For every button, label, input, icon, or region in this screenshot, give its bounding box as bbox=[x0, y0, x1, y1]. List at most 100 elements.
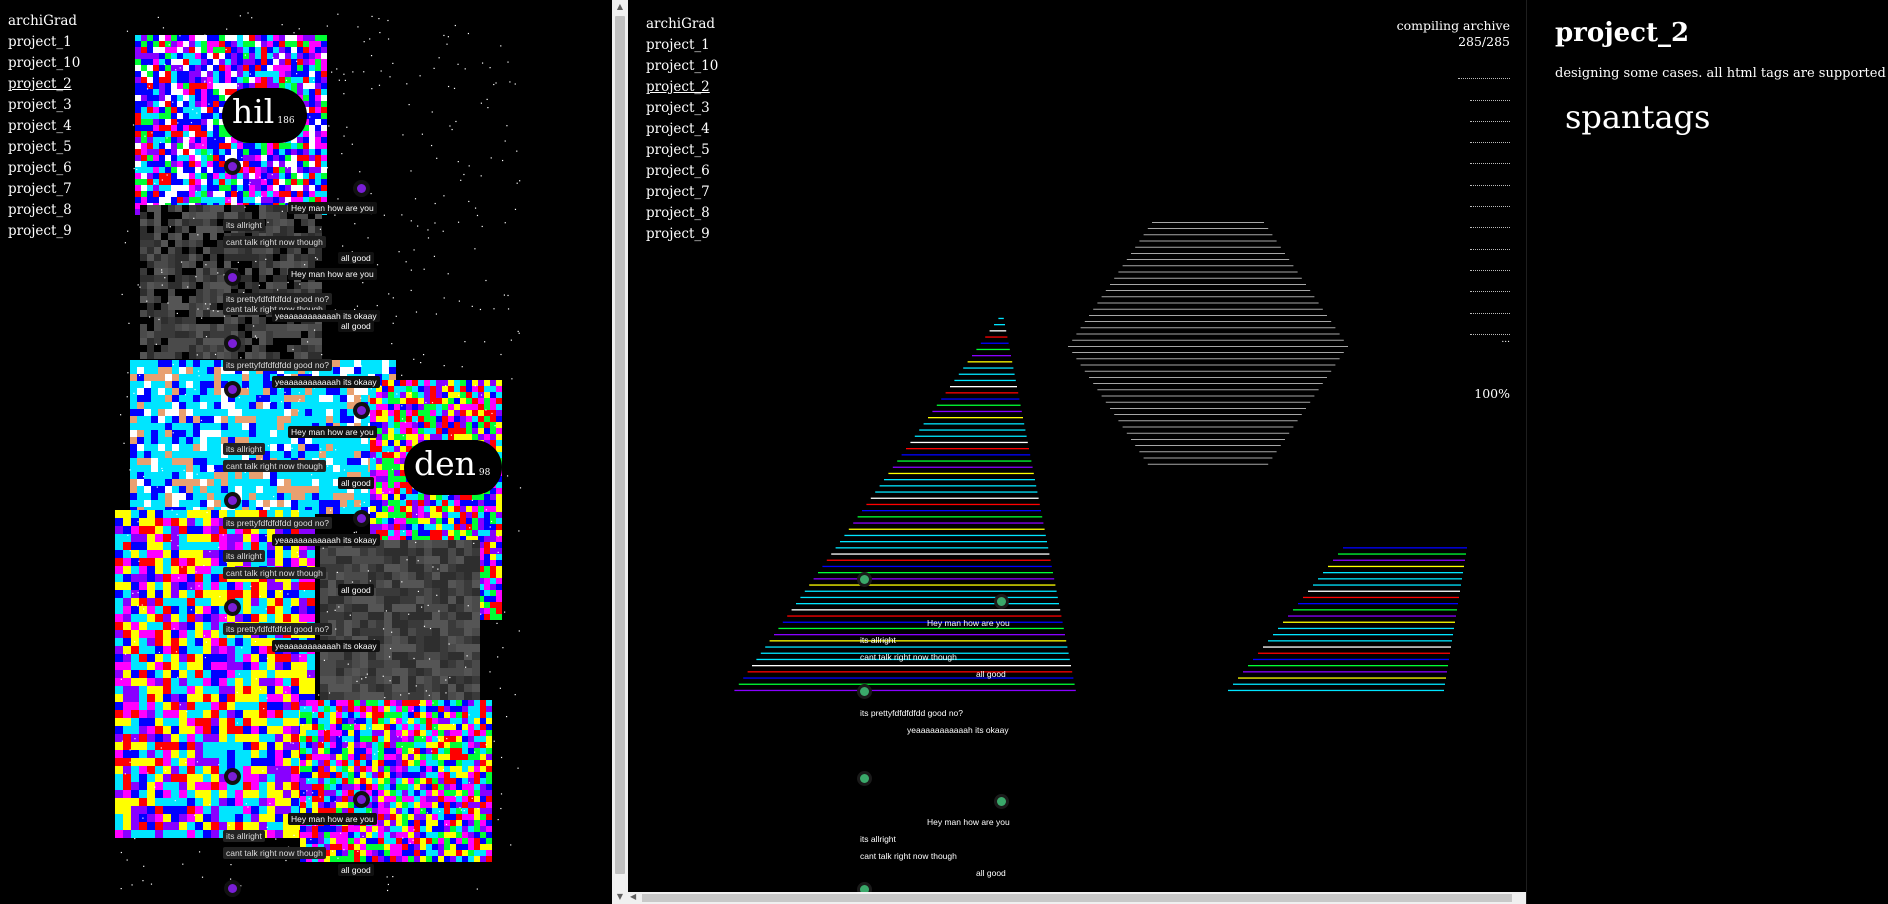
scrollbar-thumb[interactable] bbox=[615, 16, 625, 874]
point-speck bbox=[209, 303, 211, 305]
avatar-dot[interactable] bbox=[228, 273, 237, 282]
point-speck bbox=[382, 628, 385, 630]
avatar-dot[interactable] bbox=[860, 885, 869, 892]
avatar-dot[interactable] bbox=[228, 162, 237, 171]
avatar-dot[interactable] bbox=[228, 339, 237, 348]
chat-message: cant talk right now though bbox=[223, 460, 326, 472]
point-speck bbox=[410, 289, 412, 292]
nav-item-project-10[interactable]: project_10 bbox=[8, 53, 80, 74]
nav-item-project-7[interactable]: project_7 bbox=[646, 182, 718, 203]
point-speck bbox=[406, 559, 408, 561]
scanline bbox=[976, 348, 1010, 351]
avatar-dot[interactable] bbox=[997, 797, 1006, 806]
avatar-dot[interactable] bbox=[357, 184, 366, 193]
scroll-down-arrow-icon[interactable]: ▼ bbox=[612, 890, 628, 904]
point-speck bbox=[466, 655, 468, 657]
avatar-dot[interactable] bbox=[228, 603, 237, 612]
chat-message: its prettyfdfdfdfdd good no? bbox=[860, 708, 964, 718]
point-speck bbox=[413, 829, 415, 831]
scanline bbox=[747, 671, 1073, 673]
archive-viewport[interactable]: archiGrad project_1 project_10 project_2… bbox=[628, 0, 1526, 892]
nav-item-project-6[interactable]: project_6 bbox=[646, 161, 718, 182]
left-3d-viewport[interactable]: archiGrad project_1 project_10 project_2… bbox=[0, 0, 612, 904]
point-speck bbox=[430, 144, 433, 147]
point-speck bbox=[460, 809, 463, 811]
point-speck bbox=[161, 269, 163, 271]
nav-item-project-3[interactable]: project_3 bbox=[8, 95, 80, 116]
point-speck bbox=[138, 560, 140, 562]
point-speck bbox=[245, 803, 247, 805]
nav-item-project-1[interactable]: project_1 bbox=[646, 35, 718, 56]
avatar-dot[interactable] bbox=[228, 385, 237, 394]
scrollbar-thumb[interactable] bbox=[642, 894, 1512, 902]
avatar-dot[interactable] bbox=[860, 774, 869, 783]
building-label-den[interactable]: den 98 bbox=[404, 440, 503, 495]
avatar-dot[interactable] bbox=[228, 496, 237, 505]
point-speck bbox=[395, 315, 397, 317]
point-speck bbox=[284, 202, 286, 204]
nav-item-project-4[interactable]: project_4 bbox=[8, 116, 80, 137]
building-label-hil[interactable]: hil 186 bbox=[222, 88, 307, 143]
chat-message: its allright bbox=[223, 219, 265, 231]
point-speck bbox=[504, 611, 506, 613]
nav-item-project-5[interactable]: project_5 bbox=[8, 137, 80, 158]
point-speck bbox=[344, 79, 346, 82]
point-speck bbox=[343, 73, 345, 75]
nav-item-project-1[interactable]: project_1 bbox=[8, 32, 80, 53]
nav-item-project-9[interactable]: project_9 bbox=[646, 224, 718, 245]
point-speck bbox=[121, 293, 123, 296]
scanline-dome bbox=[1105, 290, 1311, 291]
horizontal-scrollbar[interactable]: ◀ bbox=[628, 892, 1526, 904]
nav-item-project-10[interactable]: project_10 bbox=[646, 56, 718, 77]
nav-brand[interactable]: archiGrad bbox=[646, 14, 718, 35]
nav-item-project-4[interactable]: project_4 bbox=[646, 119, 718, 140]
point-speck bbox=[236, 722, 239, 724]
scanline-dome bbox=[1114, 414, 1302, 415]
nav-item-project-2[interactable]: project_2 bbox=[8, 74, 80, 95]
point-speck bbox=[442, 769, 444, 771]
avatar-dot[interactable] bbox=[997, 597, 1006, 606]
point-speck bbox=[460, 179, 462, 181]
point-speck bbox=[137, 521, 139, 523]
nav-item-project-6[interactable]: project_6 bbox=[8, 158, 80, 179]
point-speck bbox=[219, 596, 221, 598]
point-speck bbox=[404, 421, 407, 423]
scanline bbox=[910, 441, 1028, 444]
point-speck bbox=[226, 561, 228, 564]
point-speck bbox=[416, 421, 418, 423]
scanline bbox=[778, 627, 1064, 630]
avatar-dot[interactable] bbox=[357, 795, 366, 804]
scroll-up-arrow-icon[interactable]: ▲ bbox=[612, 0, 628, 14]
point-speck bbox=[370, 54, 373, 57]
nav-item-project-9[interactable]: project_9 bbox=[8, 221, 80, 242]
nav-item-project-8[interactable]: project_8 bbox=[646, 203, 718, 224]
point-speck bbox=[129, 550, 131, 552]
left-project-nav: archiGrad project_1 project_10 project_2… bbox=[8, 11, 80, 242]
point-speck bbox=[196, 354, 198, 356]
nav-item-project-7[interactable]: project_7 bbox=[8, 179, 80, 200]
avatar-dot[interactable] bbox=[860, 575, 869, 584]
avatar-dot[interactable] bbox=[228, 772, 237, 781]
vertical-scrollbar[interactable]: ▲ ▼ bbox=[612, 0, 628, 904]
point-speck bbox=[398, 251, 400, 253]
point-speck bbox=[497, 818, 499, 821]
chat-message: Hey man how are you bbox=[288, 426, 377, 438]
point-speck bbox=[437, 568, 439, 570]
point-speck bbox=[409, 842, 411, 844]
nav-item-project-3[interactable]: project_3 bbox=[646, 98, 718, 119]
nav-brand[interactable]: archiGrad bbox=[8, 11, 80, 32]
avatar-dot[interactable] bbox=[357, 514, 366, 523]
avatar-dot[interactable] bbox=[228, 884, 237, 893]
scanline-dome bbox=[1122, 426, 1294, 428]
scroll-left-arrow-icon[interactable]: ◀ bbox=[630, 892, 636, 901]
avatar-dot[interactable] bbox=[357, 406, 366, 415]
nav-item-project-5[interactable]: project_5 bbox=[646, 140, 718, 161]
point-speck bbox=[323, 659, 326, 661]
nav-item-project-8[interactable]: project_8 bbox=[8, 200, 80, 221]
nav-item-project-2[interactable]: project_2 bbox=[646, 77, 718, 98]
scanline-fragment bbox=[1273, 634, 1453, 636]
avatar-dot[interactable] bbox=[860, 687, 869, 696]
scanline-fragment bbox=[1238, 677, 1446, 679]
point-speck bbox=[185, 762, 187, 764]
point-speck bbox=[410, 220, 412, 222]
